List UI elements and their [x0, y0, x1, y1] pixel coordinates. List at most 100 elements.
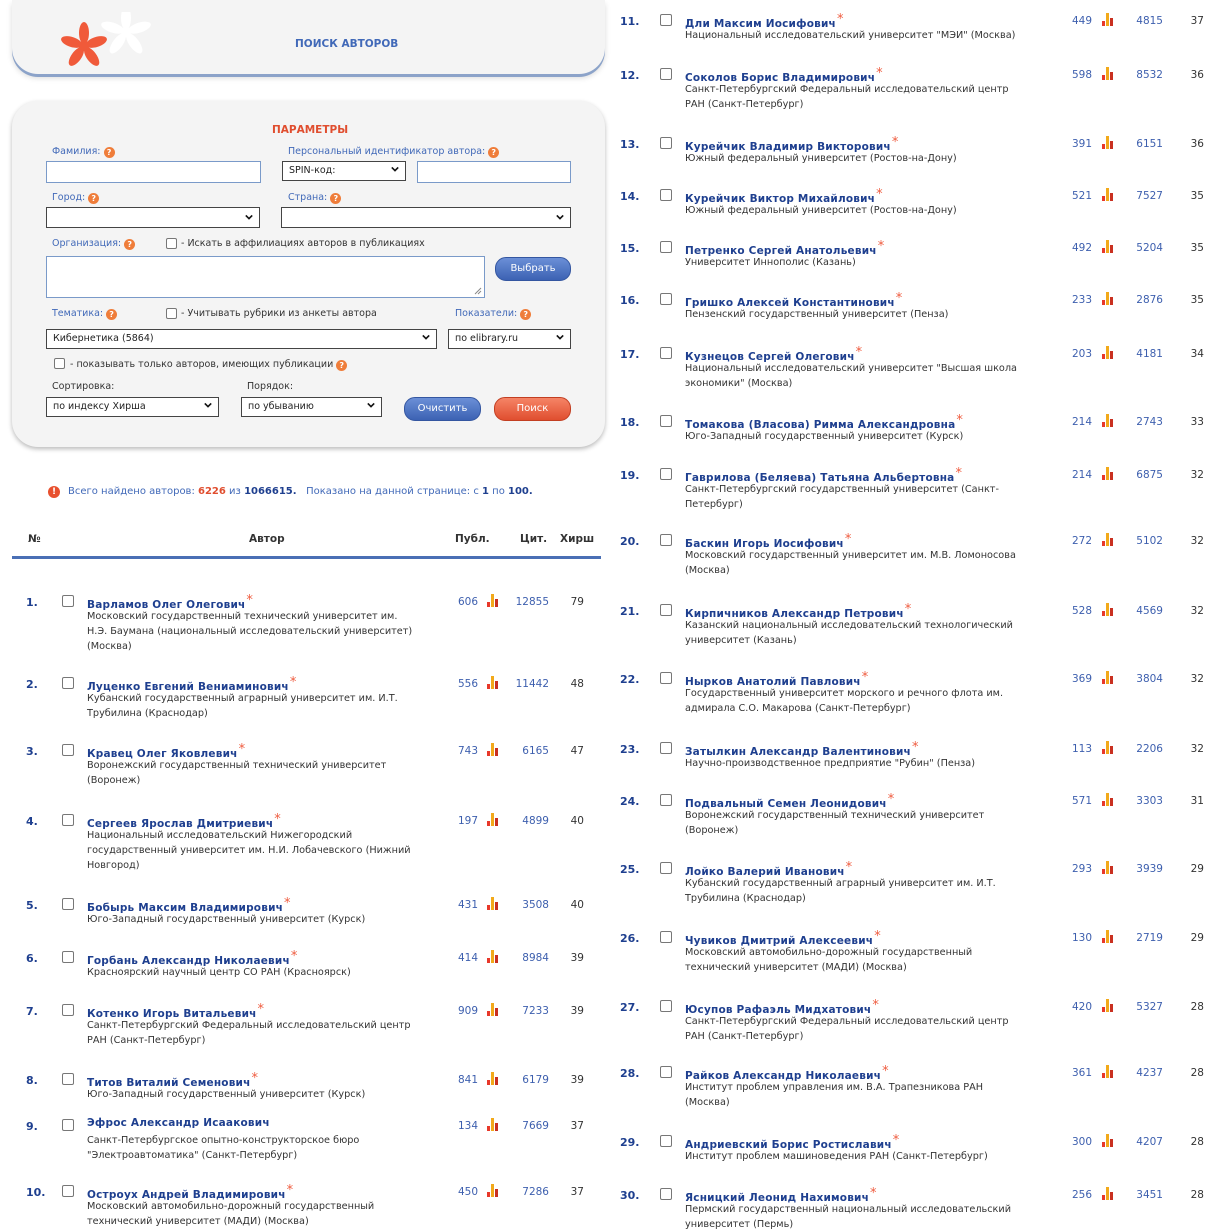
pubs-count-link[interactable]: 214	[1064, 469, 1092, 481]
row-checkbox[interactable]	[660, 1135, 672, 1147]
row-checkbox[interactable]	[660, 468, 672, 480]
help-icon[interactable]: ?	[488, 147, 500, 158]
citations-count-link[interactable]: 6875	[1127, 469, 1163, 481]
pubs-count-link[interactable]: 606	[450, 596, 478, 608]
help-icon[interactable]: ?	[103, 147, 115, 158]
bar-chart-icon[interactable]	[1102, 860, 1114, 874]
citations-count-link[interactable]: 5204	[1127, 242, 1163, 254]
row-checkbox[interactable]	[62, 1073, 74, 1085]
row-checkbox[interactable]	[660, 742, 672, 754]
pubs-count-link[interactable]: 361	[1064, 1067, 1092, 1079]
bar-chart-icon[interactable]	[1102, 1186, 1114, 1200]
row-checkbox[interactable]	[660, 604, 672, 616]
bar-chart-icon[interactable]	[1102, 66, 1114, 80]
pubs-count-link[interactable]: 598	[1064, 69, 1092, 81]
citations-count-link[interactable]: 8984	[513, 952, 549, 964]
row-checkbox[interactable]	[62, 951, 74, 963]
row-checkbox[interactable]	[62, 595, 74, 607]
citations-count-link[interactable]: 2206	[1127, 743, 1163, 755]
citations-count-link[interactable]: 3508	[513, 899, 549, 911]
citations-count-link[interactable]: 2743	[1127, 416, 1163, 428]
country-select[interactable]	[281, 207, 571, 228]
citations-count-link[interactable]: 4815	[1127, 15, 1163, 27]
bar-chart-icon[interactable]	[487, 742, 499, 756]
bar-chart-icon[interactable]	[1102, 1133, 1114, 1147]
citations-count-link[interactable]: 4237	[1127, 1067, 1163, 1079]
row-checkbox[interactable]	[660, 1066, 672, 1078]
bar-chart-icon[interactable]	[1102, 345, 1114, 359]
row-checkbox[interactable]	[660, 672, 672, 684]
organization-textarea[interactable]	[46, 256, 485, 298]
row-checkbox[interactable]	[660, 14, 672, 26]
citations-count-link[interactable]: 3804	[1127, 673, 1163, 685]
bar-chart-icon[interactable]	[1102, 413, 1114, 427]
row-checkbox[interactable]	[62, 677, 74, 689]
row-checkbox[interactable]	[660, 931, 672, 943]
pubs-count-link[interactable]: 528	[1064, 605, 1092, 617]
citations-count-link[interactable]: 7669	[513, 1120, 549, 1132]
citations-count-link[interactable]: 2876	[1127, 294, 1163, 306]
choose-organization-button[interactable]: Выбрать	[495, 257, 571, 281]
bar-chart-icon[interactable]	[487, 812, 499, 826]
row-checkbox[interactable]	[660, 68, 672, 80]
bar-chart-icon[interactable]	[1102, 740, 1114, 754]
citations-count-link[interactable]: 8532	[1127, 69, 1163, 81]
pubs-count-link[interactable]: 414	[450, 952, 478, 964]
pubs-count-link[interactable]: 556	[450, 678, 478, 690]
id-type-select[interactable]: SPIN-код:	[282, 161, 406, 181]
surname-input[interactable]	[46, 161, 261, 183]
row-checkbox[interactable]	[660, 862, 672, 874]
citations-count-link[interactable]: 6151	[1127, 138, 1163, 150]
clear-button[interactable]: Очистить	[404, 397, 481, 421]
row-checkbox[interactable]	[62, 1119, 74, 1131]
citations-count-link[interactable]: 5102	[1127, 535, 1163, 547]
sort-select[interactable]: по индексу Хирша	[46, 397, 219, 417]
bar-chart-icon[interactable]	[1102, 239, 1114, 253]
bar-chart-icon[interactable]	[487, 1002, 499, 1016]
citations-count-link[interactable]: 12855	[513, 596, 549, 608]
row-checkbox[interactable]	[660, 137, 672, 149]
citations-count-link[interactable]: 4899	[513, 815, 549, 827]
bar-chart-icon[interactable]	[1102, 670, 1114, 684]
pubs-count-link[interactable]: 909	[450, 1005, 478, 1017]
row-checkbox[interactable]	[62, 898, 74, 910]
row-checkbox[interactable]	[660, 534, 672, 546]
citations-count-link[interactable]: 5327	[1127, 1001, 1163, 1013]
bar-chart-icon[interactable]	[1102, 135, 1114, 149]
row-checkbox[interactable]	[660, 241, 672, 253]
citations-count-link[interactable]: 6179	[513, 1074, 549, 1086]
topic-select[interactable]: Кибернетика (5864)	[46, 329, 437, 349]
pubs-count-link[interactable]: 391	[1064, 138, 1092, 150]
column-cites-header[interactable]: Цит.	[520, 533, 547, 545]
bar-chart-icon[interactable]	[1102, 929, 1114, 943]
column-pubs-header[interactable]: Публ.	[455, 533, 490, 545]
help-icon[interactable]: ?	[88, 193, 100, 204]
column-hirsch-header[interactable]: Хирш	[560, 533, 594, 545]
help-icon[interactable]: ?	[336, 360, 348, 371]
row-checkbox[interactable]	[62, 814, 74, 826]
citations-count-link[interactable]: 7233	[513, 1005, 549, 1017]
pubs-count-link[interactable]: 272	[1064, 535, 1092, 547]
citations-count-link[interactable]: 11442	[513, 678, 549, 690]
pubs-count-link[interactable]: 571	[1064, 795, 1092, 807]
pubs-count-link[interactable]: 449	[1064, 15, 1092, 27]
row-checkbox[interactable]	[62, 744, 74, 756]
bar-chart-icon[interactable]	[1102, 187, 1114, 201]
city-select[interactable]	[46, 207, 260, 228]
row-checkbox[interactable]	[62, 1004, 74, 1016]
help-icon[interactable]: ?	[106, 309, 118, 320]
resize-handle-icon[interactable]	[474, 287, 482, 295]
bar-chart-icon[interactable]	[1102, 998, 1114, 1012]
bar-chart-icon[interactable]	[1102, 792, 1114, 806]
bar-chart-icon[interactable]	[1102, 466, 1114, 480]
help-icon[interactable]: ?	[330, 193, 342, 204]
bar-chart-icon[interactable]	[1102, 12, 1114, 26]
pubs-count-link[interactable]: 256	[1064, 1189, 1092, 1201]
citations-count-link[interactable]: 3303	[1127, 795, 1163, 807]
pubs-count-link[interactable]: 450	[450, 1186, 478, 1198]
column-author-header[interactable]: Автор	[249, 533, 285, 545]
help-icon[interactable]: ?	[124, 239, 136, 250]
row-checkbox[interactable]	[62, 1185, 74, 1197]
bar-chart-icon[interactable]	[1102, 1064, 1114, 1078]
pubs-count-link[interactable]: 369	[1064, 673, 1092, 685]
